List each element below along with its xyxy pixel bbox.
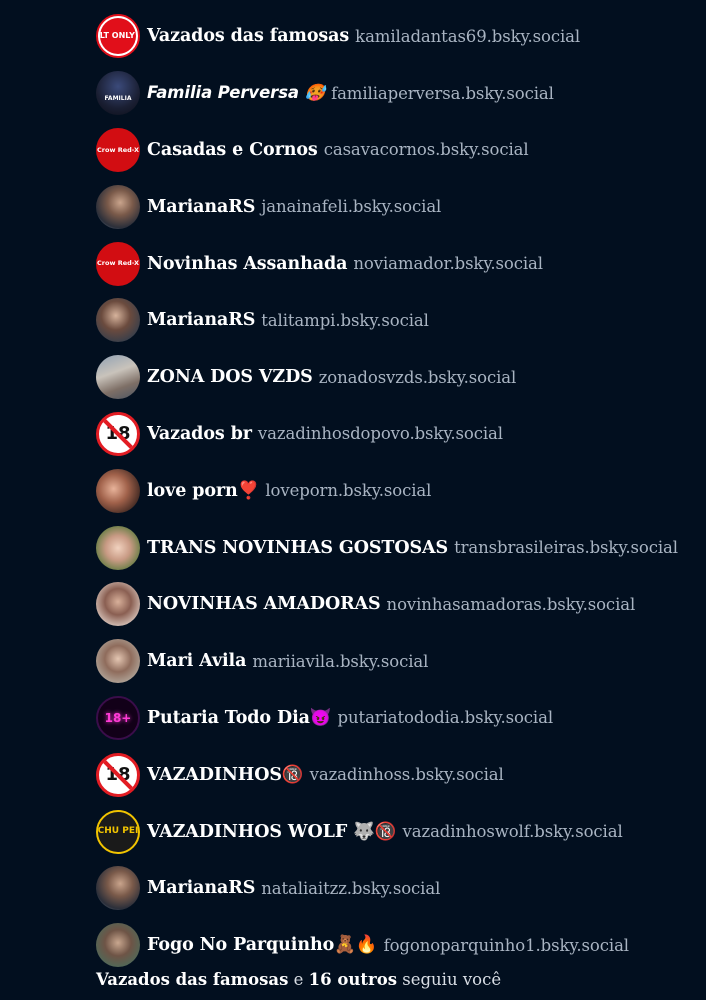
crow-red-x-logo-icon[interactable]: Crow Red-X (96, 127, 140, 172)
list-item[interactable]: ADULT ONLY 18+ Vazados das famosas kamil… (96, 8, 696, 65)
account-handle[interactable]: janainafeli.bsky.social (261, 197, 441, 216)
account-handle[interactable]: talitampi.bsky.social (261, 311, 429, 330)
account-name[interactable]: Casadas e Cornos (147, 140, 318, 160)
first-follower-name[interactable]: Vazados das famosas (96, 970, 288, 989)
no-under-18-icon[interactable]: 18 (96, 411, 140, 456)
account-handle[interactable]: zonadosvzds.bsky.social (319, 368, 517, 387)
others-count[interactable]: 16 outros (309, 970, 397, 989)
list-item[interactable]: Crow Red-X Novinhas Assanhada noviamador… (96, 235, 696, 292)
account-name[interactable]: Novinhas Assanhada (147, 254, 348, 274)
account-name[interactable]: Mari Avila (147, 651, 246, 671)
avatar[interactable] (96, 525, 140, 570)
list-item[interactable]: Mari Avila mariiavila.bsky.social (96, 633, 696, 690)
account-handle[interactable]: familiaperversa.bsky.social (331, 84, 554, 103)
account-name[interactable]: MarianaRS (147, 310, 255, 330)
crow-red-x-logo-icon[interactable]: Crow Red-X (96, 241, 140, 286)
account-name[interactable]: Familia Perversa 🥵 (147, 83, 325, 103)
adult-only-18-badge-icon[interactable]: ADULT ONLY 18+ (96, 14, 140, 59)
avatar[interactable] (96, 298, 140, 343)
avatar[interactable] (96, 355, 140, 400)
account-name[interactable]: ZONA DOS VZDS (147, 367, 313, 387)
account-handle[interactable]: vazadinhosdopovo.bsky.social (258, 424, 503, 443)
connector-text: e (293, 970, 304, 989)
account-handle[interactable]: loveporn.bsky.social (265, 481, 431, 500)
account-name[interactable]: MarianaRS (147, 878, 255, 898)
account-name[interactable]: Fogo No Parquinho🧸🔥 (147, 935, 378, 955)
neon-18-plus-icon[interactable]: 18+ (96, 695, 140, 740)
no-under-18-icon[interactable]: 18 (96, 752, 140, 797)
avatar-badge-text: CHU PEI (97, 826, 139, 837)
list-item[interactable]: 18+ Putaria Todo Dia😈 putariatododia.bsk… (96, 690, 696, 747)
account-handle[interactable]: fogonoparquinho1.bsky.social (384, 936, 630, 955)
list-item[interactable]: Fogo No Parquinho🧸🔥 fogonoparquinho1.bsk… (96, 917, 696, 974)
avatar-badge-text: Crow Red-X (97, 145, 139, 154)
account-handle[interactable]: nataliaitzz.bsky.social (261, 879, 440, 898)
avatar-badge-text: 18+ (104, 710, 132, 725)
avatar[interactable] (96, 184, 140, 229)
account-handle[interactable]: novinhasamadoras.bsky.social (387, 595, 636, 614)
account-name[interactable]: MarianaRS (147, 197, 255, 217)
avatar-badge-text: ADULT ONLY 18+ (98, 31, 138, 41)
avatar[interactable] (96, 468, 140, 513)
list-item[interactable]: TRANS NOVINHAS GOSTOSAS transbrasileiras… (96, 519, 696, 576)
list-item[interactable]: CHU PEI VAZADINHOS WOLF 🐺🔞 vazadinhoswol… (96, 803, 696, 860)
chupei-logo-icon[interactable]: CHU PEI (96, 809, 140, 854)
account-handle[interactable]: putariatododia.bsky.social (338, 708, 554, 727)
avatar[interactable] (96, 582, 140, 627)
account-name[interactable]: Vazados br (147, 424, 252, 444)
action-text: seguiu você (402, 970, 502, 989)
list-item[interactable]: Crow Red-X Casadas e Cornos casavacornos… (96, 122, 696, 179)
avatar[interactable] (96, 639, 140, 684)
account-name[interactable]: love porn❣️ (147, 481, 259, 501)
account-name[interactable]: NOVINHAS AMADORAS (147, 594, 381, 614)
list-item[interactable]: 18 VAZADINHOS🔞 vazadinhoss.bsky.social (96, 746, 696, 803)
avatar[interactable] (96, 923, 140, 968)
avatar-badge-text: Crow Red-X (97, 259, 139, 268)
account-handle[interactable]: transbrasileiras.bsky.social (454, 538, 678, 557)
account-handle[interactable]: noviamador.bsky.social (353, 254, 543, 273)
account-handle[interactable]: casavacornos.bsky.social (324, 140, 529, 159)
familia-logo-icon[interactable]: FAMILIA (96, 71, 140, 116)
account-handle[interactable]: kamiladantas69.bsky.social (355, 27, 580, 46)
account-handle[interactable]: vazadinhoss.bsky.social (310, 765, 504, 784)
account-name[interactable]: VAZADINHOS🔞 (147, 765, 304, 785)
account-name[interactable]: Putaria Todo Dia😈 (147, 708, 332, 728)
account-name[interactable]: Vazados das famosas (147, 26, 349, 46)
list-item[interactable]: ZONA DOS VZDS zonadosvzds.bsky.social (96, 349, 696, 406)
list-item[interactable]: NOVINHAS AMADORAS novinhasamadoras.bsky.… (96, 576, 696, 633)
list-item[interactable]: MarianaRS talitampi.bsky.social (96, 292, 696, 349)
list-item[interactable]: MarianaRS nataliaitzz.bsky.social (96, 860, 696, 917)
list-item[interactable]: FAMILIA Familia Perversa 🥵 familiaperver… (96, 65, 696, 122)
avatar-badge-text: FAMILIA (104, 95, 132, 103)
account-handle[interactable]: mariiavila.bsky.social (252, 652, 428, 671)
avatar[interactable] (96, 866, 140, 911)
follow-notification-summary: Vazados das famosas e 16 outros seguiu v… (96, 970, 501, 989)
list-item[interactable]: love porn❣️ loveporn.bsky.social (96, 462, 696, 519)
follower-list: ADULT ONLY 18+ Vazados das famosas kamil… (96, 8, 696, 974)
list-item[interactable]: MarianaRS janainafeli.bsky.social (96, 178, 696, 235)
account-name[interactable]: VAZADINHOS WOLF 🐺🔞 (147, 822, 397, 842)
account-name[interactable]: TRANS NOVINHAS GOSTOSAS (147, 538, 448, 558)
list-item[interactable]: 18 Vazados br vazadinhosdopovo.bsky.soci… (96, 406, 696, 463)
account-handle[interactable]: vazadinhoswolf.bsky.social (403, 822, 623, 841)
